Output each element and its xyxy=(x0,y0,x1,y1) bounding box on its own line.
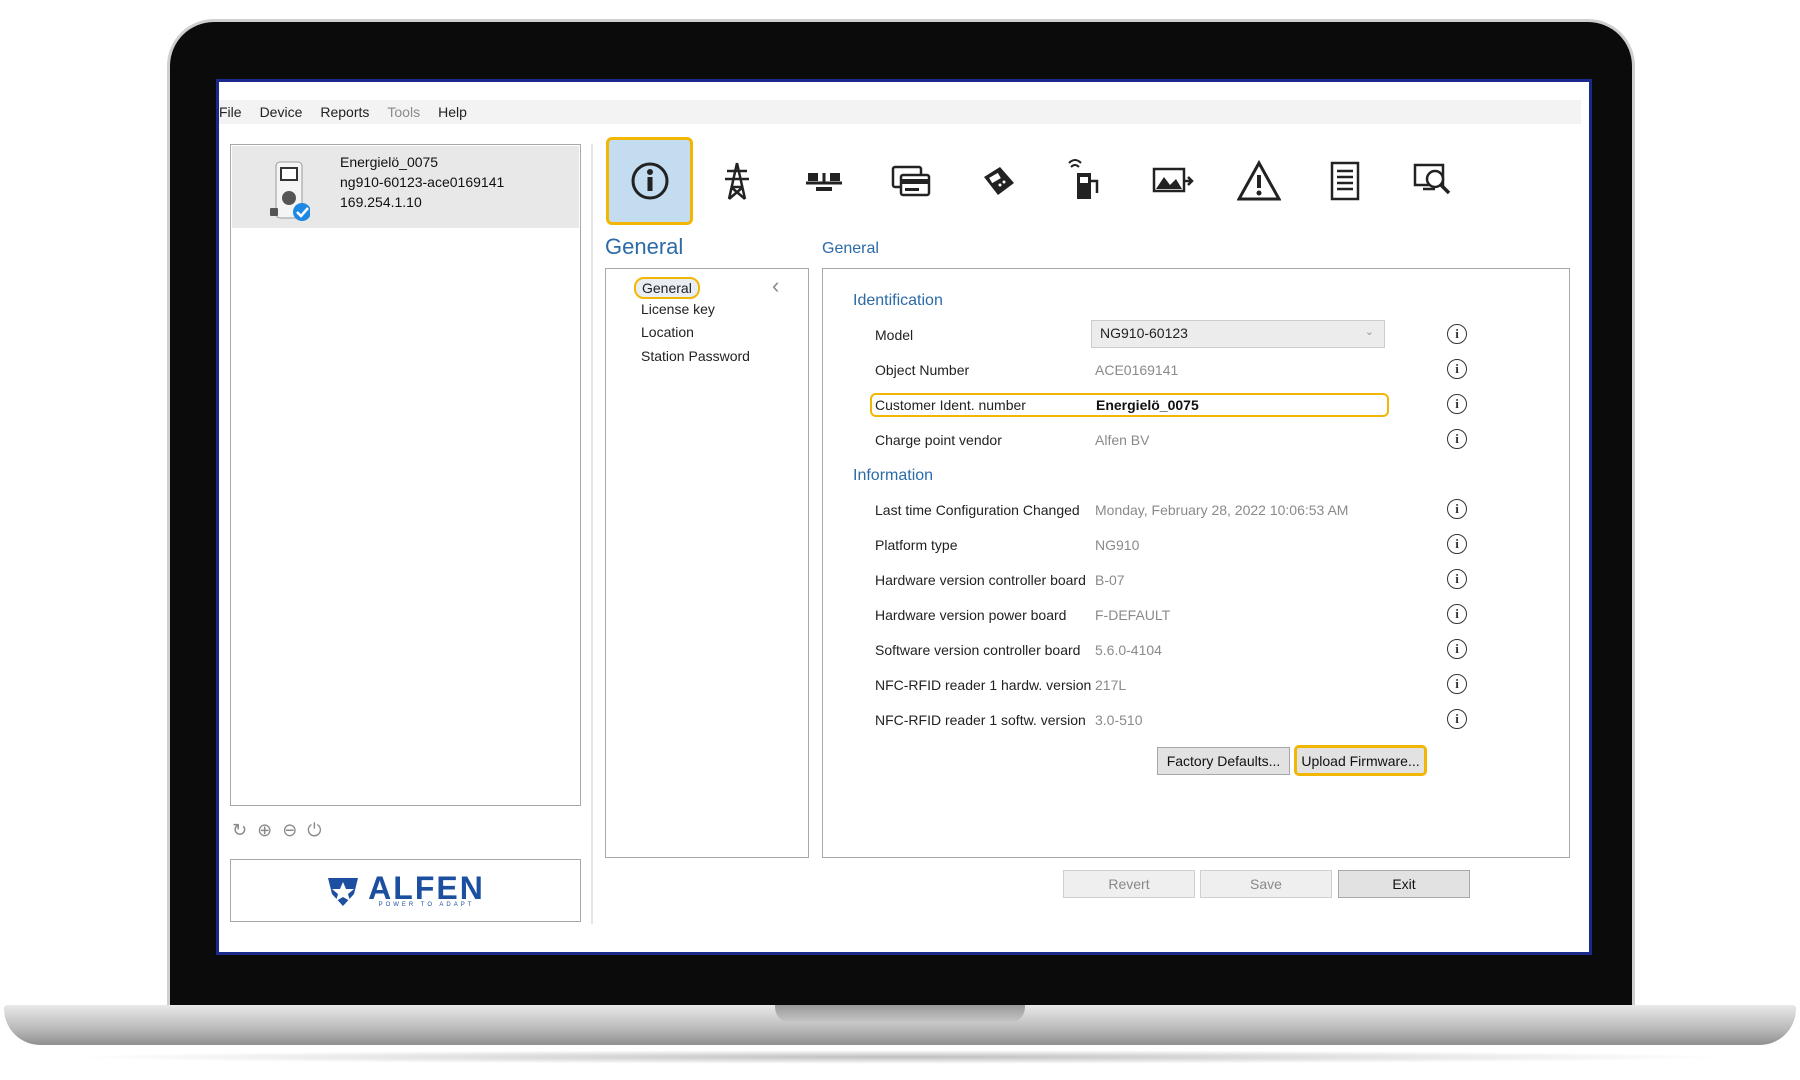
tool-general[interactable] xyxy=(606,137,693,225)
nav-item-license-key[interactable]: License key xyxy=(641,301,715,317)
tool-cards[interactable] xyxy=(867,137,954,225)
nav-item-location[interactable]: Location xyxy=(641,324,694,340)
tool-payment[interactable] xyxy=(954,137,1041,225)
settings-nav: General ‹ License key Location Station P… xyxy=(605,268,809,858)
device-list: Energielö_0075 ng910-60123-ace0169141 16… xyxy=(230,144,581,806)
chevron-down-icon: ⌄ xyxy=(1364,326,1374,338)
model-label: Model xyxy=(875,327,914,343)
info-icon-nfc-sw[interactable]: i xyxy=(1447,709,1467,729)
tool-load-balancing[interactable] xyxy=(780,137,867,225)
menu-tools[interactable]: Tools xyxy=(387,104,420,120)
device-tools: ↻ ⊕ ⊖ ⏻ xyxy=(232,820,322,841)
exit-button[interactable]: Exit xyxy=(1338,870,1470,898)
menu-reports[interactable]: Reports xyxy=(320,104,369,120)
vendor-label: Charge point vendor xyxy=(875,432,1002,448)
charger-device-icon xyxy=(270,161,310,221)
laptop-notch xyxy=(775,1005,1025,1023)
category-toolbar xyxy=(606,137,1476,229)
info-icon xyxy=(631,162,668,200)
object-number-label: Object Number xyxy=(875,362,970,378)
info-icon-vendor[interactable]: i xyxy=(1447,429,1467,449)
vendor-value: Alfen BV xyxy=(1095,432,1150,448)
customer-ident-field[interactable]: Energielö_0075 xyxy=(1096,397,1199,413)
upload-firmware-button[interactable]: Upload Firmware... xyxy=(1294,745,1427,776)
power-icon[interactable]: ⏻ xyxy=(307,820,321,841)
remove-icon[interactable]: ⊖ xyxy=(282,820,297,841)
document-icon xyxy=(1330,161,1359,201)
info-icon-model[interactable]: i xyxy=(1447,324,1467,344)
general-settings-panel: Identification Model NG910-60123 ⌄ i Obj… xyxy=(822,268,1570,858)
nfc-sw-label: NFC-RFID reader 1 softw. version xyxy=(875,712,1086,728)
information-heading: Information xyxy=(853,467,934,484)
balance-icon xyxy=(805,173,842,191)
device-entry[interactable]: Energielö_0075 ng910-60123-ace0169141 16… xyxy=(232,146,579,228)
revert-button[interactable]: Revert xyxy=(1063,870,1195,898)
identification-heading: Identification xyxy=(853,292,943,309)
info-icon-object-number[interactable]: i xyxy=(1447,359,1467,379)
config-changed-value: Monday, February 28, 2022 10:06:53 AM xyxy=(1095,502,1349,518)
model-select[interactable]: NG910-60123 ⌄ xyxy=(1091,320,1385,348)
factory-defaults-button[interactable]: Factory Defaults... xyxy=(1157,747,1290,775)
info-icon-nfc-hw[interactable]: i xyxy=(1447,674,1467,694)
logo-wordmark: ALFEN POWER TO ADAPT xyxy=(368,869,485,908)
config-changed-label: Last time Configuration Changed xyxy=(875,502,1080,518)
app-window: File Device Reports Tools Help Energielö… xyxy=(216,79,1592,955)
nfc-hw-value: 217L xyxy=(1095,677,1127,693)
tool-warnings[interactable] xyxy=(1215,137,1302,225)
object-number-value: ACE0169141 xyxy=(1095,362,1179,378)
tool-diagnostics[interactable] xyxy=(1389,137,1476,225)
tool-logs[interactable] xyxy=(1302,137,1389,225)
refresh-icon[interactable]: ↻ xyxy=(232,820,247,841)
diagnostics-icon xyxy=(1413,163,1450,195)
tool-power[interactable] xyxy=(693,137,780,225)
logo-brand: ALFEN xyxy=(368,869,485,906)
customer-ident-label: Customer Ident. number xyxy=(875,397,1026,413)
nfc-hw-label: NFC-RFID reader 1 hardw. version xyxy=(875,677,1092,693)
charging-station-icon xyxy=(1067,159,1098,199)
hw-power-label: Hardware version power board xyxy=(875,607,1067,623)
device-id: ng910-60123-ace0169141 xyxy=(340,174,505,190)
device-name: Energielö_0075 xyxy=(340,154,439,170)
sw-controller-label: Software version controller board xyxy=(875,642,1081,658)
menu-device[interactable]: Device xyxy=(260,104,303,120)
info-icon-hw-power[interactable]: i xyxy=(1447,604,1467,624)
add-icon[interactable]: ⊕ xyxy=(257,820,272,841)
model-value: NG910-60123 xyxy=(1100,325,1188,341)
nav-item-general[interactable]: General xyxy=(634,277,700,299)
sw-controller-value: 5.6.0-4104 xyxy=(1095,642,1162,658)
card-icon xyxy=(891,165,930,197)
power-tower-icon xyxy=(724,162,749,200)
warning-icon xyxy=(1236,159,1281,201)
laptop-shadow xyxy=(60,1050,1740,1064)
device-ip: 169.254.1.10 xyxy=(340,194,422,210)
nav-item-station-password[interactable]: Station Password xyxy=(641,348,750,364)
nfc-sw-value: 3.0-510 xyxy=(1095,712,1143,728)
menu-help[interactable]: Help xyxy=(438,104,467,120)
alfen-logo-icon xyxy=(328,877,359,906)
payment-terminal-icon xyxy=(983,167,1014,195)
info-icon-hw-controller[interactable]: i xyxy=(1447,569,1467,589)
info-icon-config-changed[interactable]: i xyxy=(1447,499,1467,519)
platform-type-value: NG910 xyxy=(1095,537,1140,553)
menu-bar: File Device Reports Tools Help xyxy=(219,100,1581,124)
hw-controller-value: B-07 xyxy=(1095,572,1125,588)
content-title: General xyxy=(822,240,879,257)
device-info: Energielö_0075 ng910-60123-ace0169141 16… xyxy=(340,152,504,212)
image-upload-icon xyxy=(1152,167,1194,193)
section-title: General xyxy=(605,234,684,259)
menu-file[interactable]: File xyxy=(219,104,242,120)
collapse-icon[interactable]: ‹ xyxy=(772,273,779,299)
hw-power-value: F-DEFAULT xyxy=(1095,607,1171,623)
save-button[interactable]: Save xyxy=(1200,870,1332,898)
info-icon-customer-ident[interactable]: i xyxy=(1447,394,1467,414)
tool-charging[interactable] xyxy=(1041,137,1128,225)
platform-type-label: Platform type xyxy=(875,537,958,553)
logo-tagline: POWER TO ADAPT xyxy=(378,901,475,908)
panel-splitter[interactable] xyxy=(591,144,593,924)
info-icon-sw-controller[interactable]: i xyxy=(1447,639,1467,659)
alfen-logo: ALFEN POWER TO ADAPT xyxy=(230,859,581,922)
hw-controller-label: Hardware version controller board xyxy=(875,572,1086,588)
info-icon-platform-type[interactable]: i xyxy=(1447,534,1467,554)
tool-display[interactable] xyxy=(1128,137,1215,225)
